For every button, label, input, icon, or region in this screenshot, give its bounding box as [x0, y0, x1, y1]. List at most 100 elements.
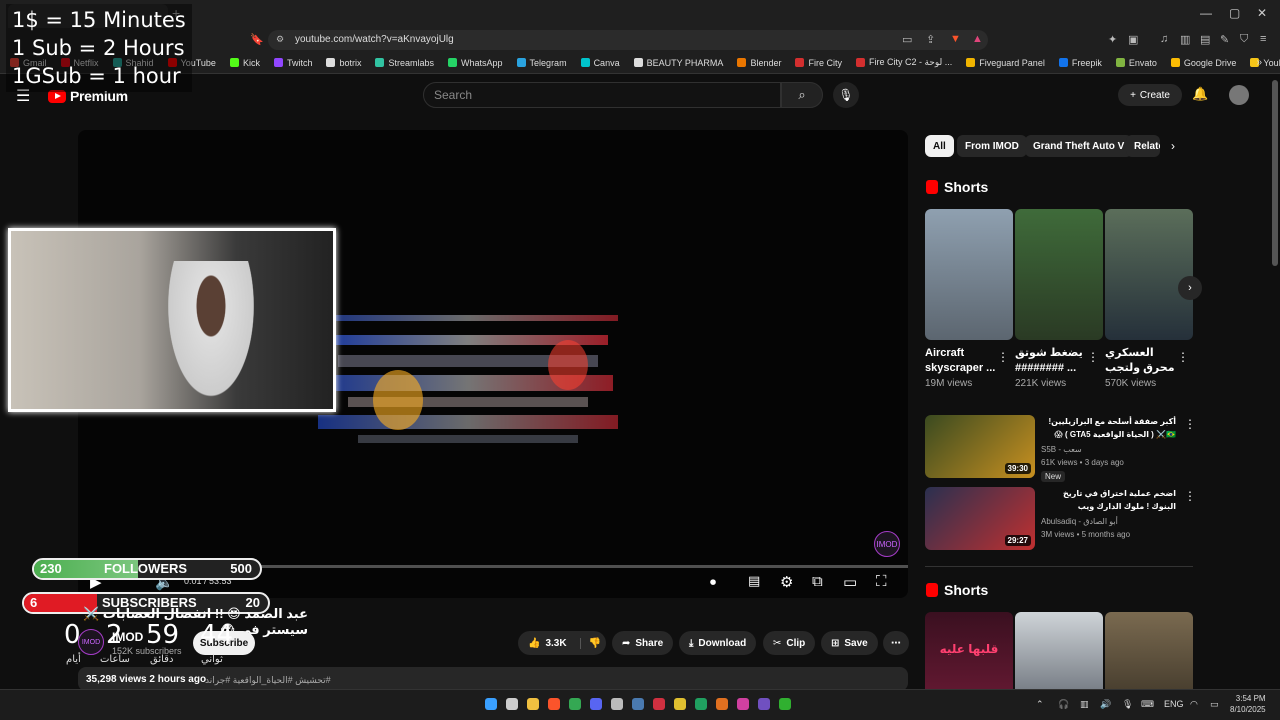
shorts-next-button[interactable]: ›: [1178, 276, 1202, 300]
clip-button[interactable]: ✂ Clip: [763, 631, 816, 655]
notifications-bell-icon[interactable]: 🔔: [1192, 86, 1208, 102]
bookmark-item[interactable]: Canva: [580, 58, 620, 68]
short-thumbnail[interactable]: [1015, 209, 1103, 340]
app-icon[interactable]: [674, 698, 686, 710]
language-indicator[interactable]: ENG: [1164, 699, 1184, 709]
bookmark-item[interactable]: Freepik: [1058, 58, 1102, 68]
bookmark-icon[interactable]: 🔖: [250, 33, 264, 46]
app-icon[interactable]: [716, 698, 728, 710]
cast-icon[interactable]: ▭: [902, 33, 912, 46]
bookmarks-overflow-icon[interactable]: »: [1256, 57, 1262, 68]
download-button[interactable]: ⤓ Download: [679, 631, 757, 655]
more-vertical-icon[interactable]: ⋮: [997, 350, 1009, 364]
wallet-icon[interactable]: ▤: [1200, 33, 1210, 46]
app-icon[interactable]: [737, 698, 749, 710]
brave-browser-icon[interactable]: [548, 698, 560, 710]
headset-icon[interactable]: 🎧: [1058, 699, 1069, 710]
wifi-icon[interactable]: ◠: [1190, 699, 1198, 710]
bookmark-item[interactable]: Fire City: [795, 58, 842, 68]
network-icon[interactable]: ▥: [1080, 699, 1089, 710]
account-avatar[interactable]: [1229, 85, 1249, 105]
recommended-channel[interactable]: S5B - سعب: [1041, 445, 1082, 454]
browser-menu-icon[interactable]: ≡: [1260, 33, 1266, 45]
chip-related[interactable]: Related: [1126, 135, 1160, 157]
keyboard-icon[interactable]: ⌨: [1141, 699, 1154, 710]
close-icon[interactable]: ✕: [1257, 6, 1267, 20]
short-title[interactable]: العسكري محرق ولتجب لي 😂 ...: [1105, 346, 1177, 376]
short-thumbnail[interactable]: [1105, 612, 1193, 689]
miniplayer-icon[interactable]: ⧉: [812, 573, 823, 590]
file-explorer-icon[interactable]: [527, 698, 539, 710]
search-button[interactable]: ⌕: [781, 82, 823, 108]
search-icon[interactable]: [506, 698, 518, 710]
more-vertical-icon[interactable]: ⋮: [1184, 417, 1196, 431]
bookmark-item[interactable]: WhatsApp: [448, 58, 503, 68]
brave-rewards-icon[interactable]: ▲: [972, 33, 983, 45]
more-actions-button[interactable]: ⋯: [883, 631, 909, 655]
bookmark-item[interactable]: Fire City C2 - لوحة ...: [855, 57, 952, 68]
chip-all[interactable]: All: [925, 135, 954, 157]
bookmark-item[interactable]: Telegram: [516, 58, 567, 68]
steam-icon[interactable]: [632, 698, 644, 710]
short-title[interactable]: يضغط شوتق ######## ...: [1015, 346, 1087, 376]
windows-start-icon[interactable]: [485, 698, 497, 710]
app-icon[interactable]: [695, 698, 707, 710]
bookmark-item[interactable]: Streamlabs: [375, 58, 434, 68]
save-button[interactable]: ⊞ Save: [821, 631, 878, 655]
app-icon[interactable]: [758, 698, 770, 710]
bookmark-item[interactable]: Twitch: [273, 58, 312, 68]
mic-tray-icon[interactable]: 🎙: [1122, 699, 1133, 710]
bookmark-item[interactable]: botrix: [326, 58, 361, 68]
bookmark-item[interactable]: Google Drive: [1170, 58, 1236, 68]
create-button[interactable]: + Create: [1118, 84, 1182, 106]
bookmark-item[interactable]: YouBee.ai: [1250, 58, 1280, 68]
recommended-title[interactable]: اضخم عملية اختراق في تاريخ البنوك ! ملوك…: [1041, 487, 1176, 513]
media-icon[interactable]: ♫: [1160, 33, 1168, 45]
recommended-thumbnail[interactable]: 39:30: [925, 415, 1035, 478]
xbox-icon[interactable]: [779, 698, 791, 710]
brave-shields-icon[interactable]: ▼: [950, 33, 961, 45]
short-thumbnail[interactable]: قلبها عليه: [925, 612, 1013, 689]
minimize-icon[interactable]: —: [1200, 6, 1212, 20]
chrome-icon[interactable]: [569, 698, 581, 710]
chip-from-channel[interactable]: From IMOD: [957, 135, 1027, 157]
taskbar-clock[interactable]: 3:54 PM 8/10/2025: [1230, 693, 1266, 715]
bookmark-item[interactable]: Fiveguard Panel: [966, 58, 1045, 68]
thumbs-down-icon[interactable]: 👎: [579, 637, 601, 649]
site-info-icon[interactable]: ⚙: [276, 34, 284, 45]
leo-icon[interactable]: ✎: [1220, 33, 1229, 46]
short-thumbnail[interactable]: [1105, 209, 1193, 340]
theater-mode-icon[interactable]: ▭: [843, 573, 857, 591]
chip-game[interactable]: Grand Theft Auto V: [1025, 135, 1133, 157]
tray-chevron-icon[interactable]: ⌃: [1036, 699, 1044, 710]
channel-avatar[interactable]: IMOD: [78, 629, 104, 655]
thumbs-up-icon[interactable]: 👍: [528, 638, 540, 649]
more-vertical-icon[interactable]: ⋮: [1184, 489, 1196, 503]
app-icon[interactable]: [653, 698, 665, 710]
share-page-icon[interactable]: ⇪: [926, 33, 935, 46]
description-tags[interactable]: #تحشيش #الحياة_الواقعية #جراند: [205, 675, 331, 686]
short-thumbnail[interactable]: [925, 209, 1013, 340]
short-thumbnail[interactable]: [1015, 612, 1103, 689]
obs-icon[interactable]: [611, 698, 623, 710]
discord-icon[interactable]: [590, 698, 602, 710]
bookmark-item[interactable]: Envato: [1115, 58, 1157, 68]
voice-search-button[interactable]: 🎙: [833, 82, 859, 108]
bookmark-item[interactable]: Blender: [737, 58, 781, 68]
screenshot-icon[interactable]: ▣: [1128, 33, 1138, 46]
recommended-thumbnail[interactable]: 29:27: [925, 487, 1035, 550]
more-vertical-icon[interactable]: ⋮: [1177, 350, 1189, 364]
recommended-channel[interactable]: Abulsadiq - أبو الصادق: [1041, 517, 1118, 526]
sidebar-toggle-icon[interactable]: ▥: [1180, 33, 1190, 46]
bookmark-item[interactable]: Kick: [229, 58, 260, 68]
short-title[interactable]: Aircraft skyscraper ...: [925, 346, 997, 376]
channel-watermark[interactable]: IMOD: [874, 531, 900, 557]
maximize-icon[interactable]: ▢: [1229, 6, 1240, 20]
like-count[interactable]: 3.3K: [545, 638, 566, 649]
subtitles-icon[interactable]: ▤: [748, 573, 760, 589]
vpn-icon[interactable]: ⛉: [1240, 33, 1248, 46]
chevron-right-icon[interactable]: ›: [1171, 139, 1175, 153]
page-scrollbar[interactable]: [1272, 80, 1278, 266]
autoplay-toggle-icon[interactable]: ⏺: [710, 575, 716, 590]
search-input[interactable]: [423, 82, 781, 108]
